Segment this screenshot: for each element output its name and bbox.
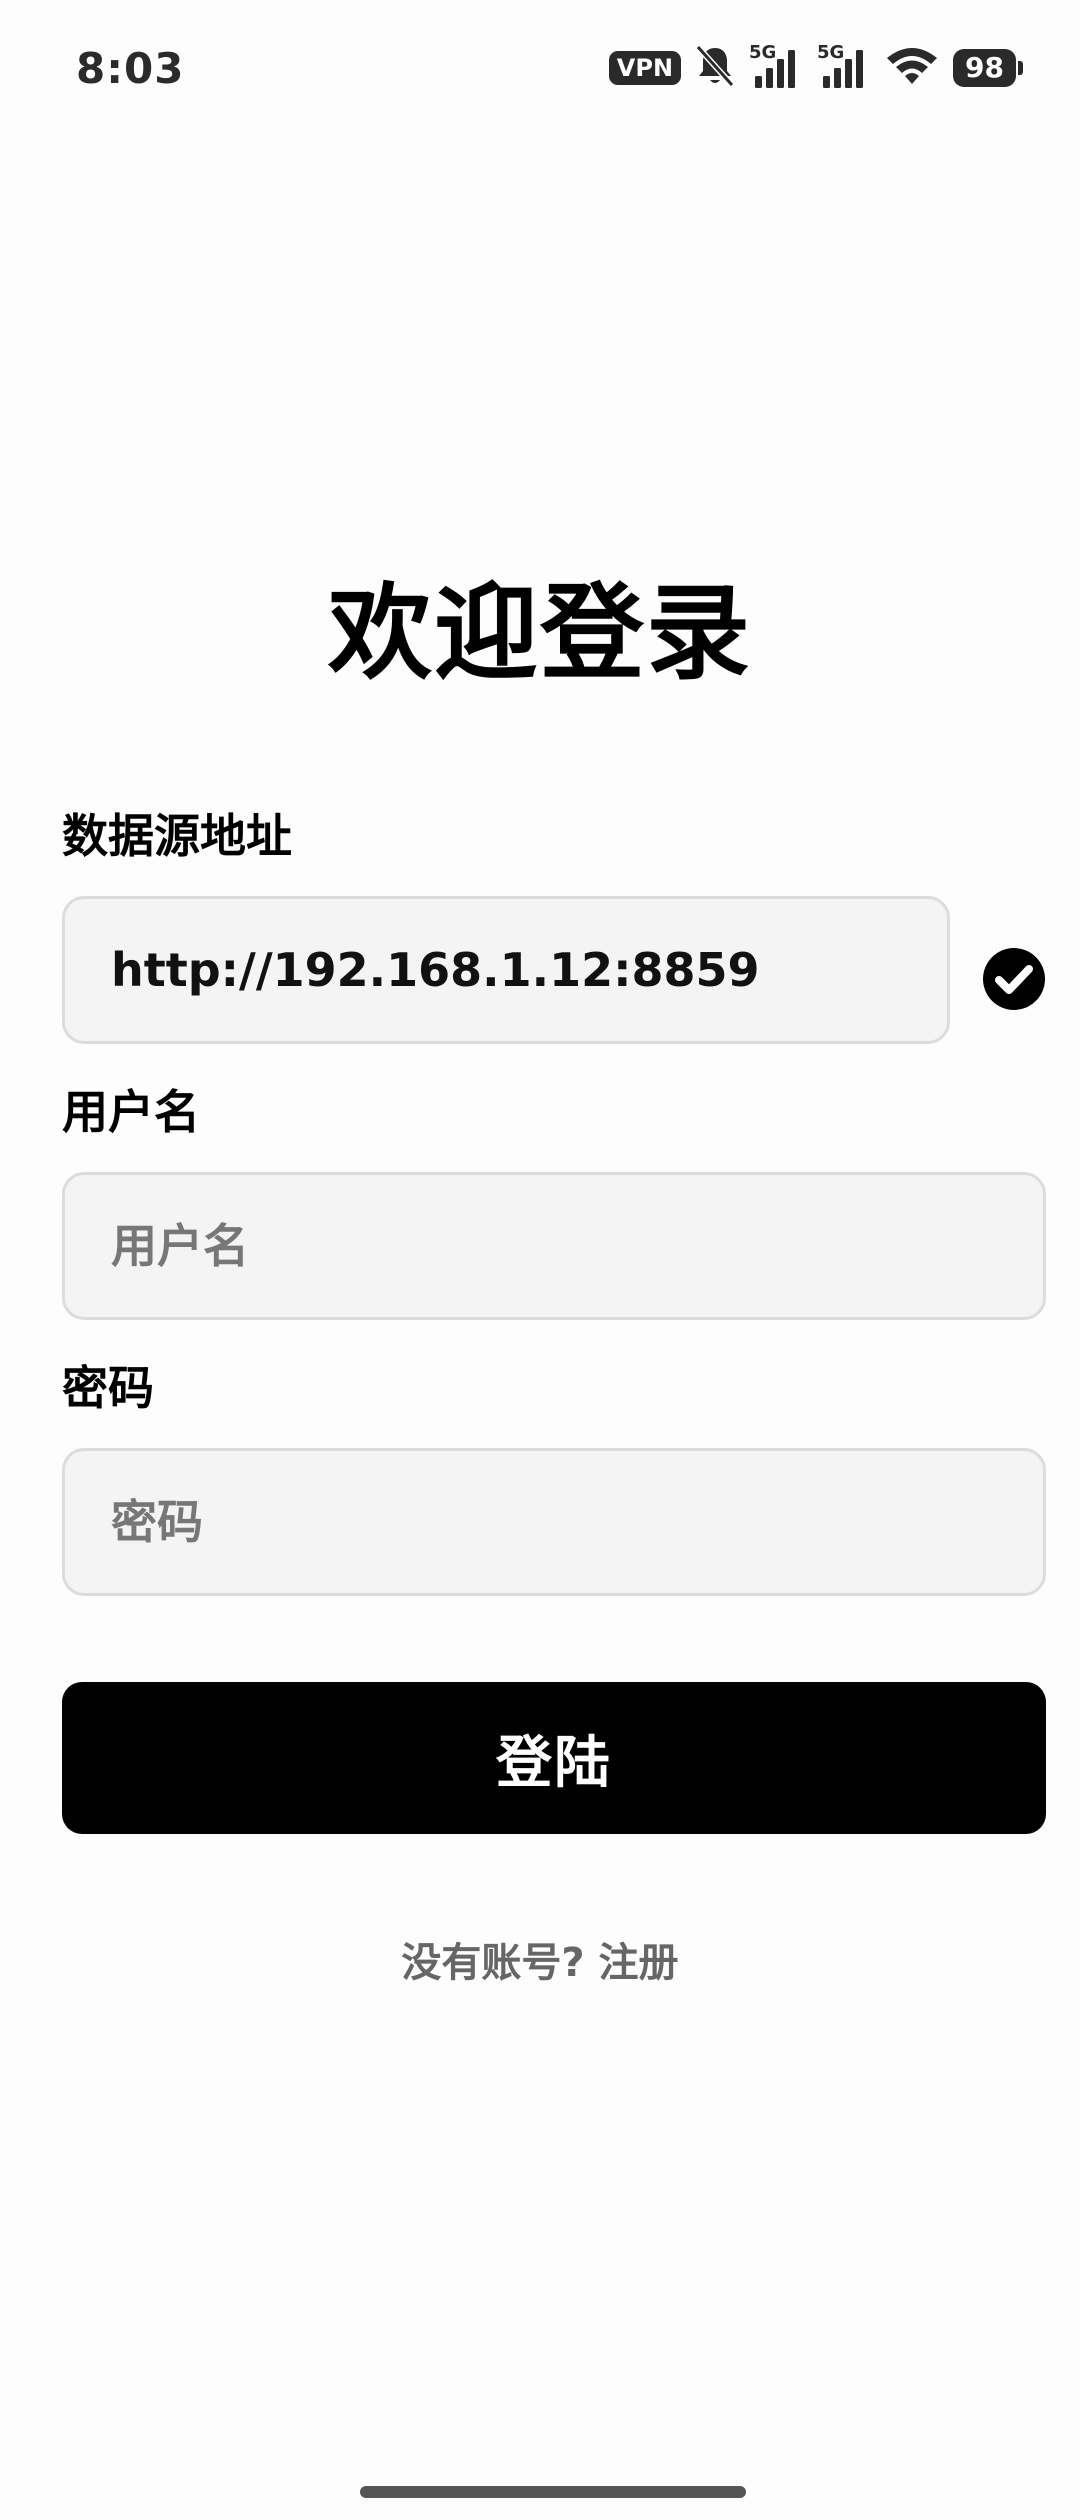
bell-off-icon [695, 44, 735, 92]
username-input[interactable] [111, 1219, 1043, 1273]
register-link[interactable]: 没有账号? 注册 [0, 1930, 1080, 1988]
status-bar: 8:03 VPN 5G 5G 98 [0, 0, 1080, 140]
username-label: 用户名 [62, 1085, 200, 1139]
password-label: 密码 [62, 1361, 154, 1415]
password-input[interactable] [111, 1495, 1043, 1549]
server-address-label: 数据源地址 [62, 809, 292, 863]
status-time: 8:03 [76, 44, 185, 93]
status-icons: VPN 5G 5G 98 [608, 40, 1023, 96]
username-field[interactable] [62, 1172, 1046, 1320]
signal-icon: 5G [749, 42, 803, 90]
password-field[interactable] [62, 1448, 1046, 1596]
login-button[interactable]: 登陆 [62, 1682, 1046, 1834]
check-circle-icon [982, 947, 1046, 1011]
home-indicator[interactable] [360, 2486, 746, 2498]
server-address-field[interactable] [62, 896, 950, 1044]
battery-icon: 98 [953, 49, 1023, 87]
page-title: 欢迎登录 [327, 572, 752, 694]
signal-icon: 5G [817, 42, 871, 90]
wifi-icon [885, 44, 939, 92]
vpn-badge: VPN [608, 51, 682, 85]
server-address-input[interactable] [111, 943, 947, 997]
